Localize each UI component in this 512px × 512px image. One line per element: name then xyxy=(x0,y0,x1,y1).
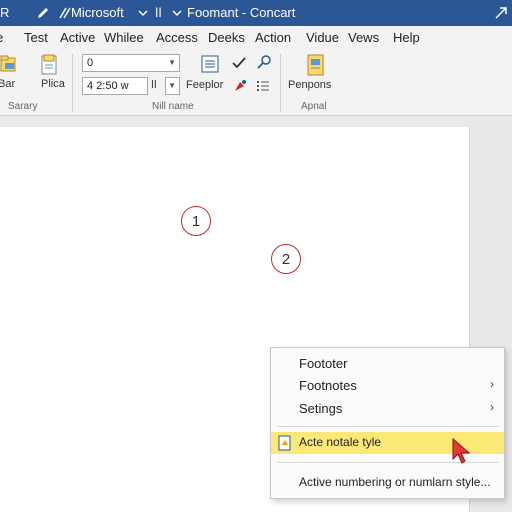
size-combo-value: 4 2:50 w xyxy=(87,80,129,92)
dropdown-chevron-icon-2[interactable] xyxy=(170,5,184,21)
menu-item-test[interactable]: Test xyxy=(24,30,48,45)
ribbon-bar-label[interactable]: Bar xyxy=(0,78,15,90)
menu-item-settings-label: Setings xyxy=(299,401,343,416)
app-name: Microsoft xyxy=(71,5,124,20)
menu-item-deeks[interactable]: Deeks xyxy=(208,30,245,45)
title-bar: R Microsoft ǀǀ Foomant - Concart xyxy=(0,0,512,26)
menu-item-action[interactable]: Action xyxy=(255,30,291,45)
feeplor-label[interactable]: Feeplor xyxy=(186,79,223,91)
mouse-cursor-icon xyxy=(452,437,474,469)
list-layout-icon[interactable] xyxy=(200,54,220,74)
group-label-nill-name: Nill name xyxy=(152,101,194,112)
menu-item-access[interactable]: Access xyxy=(156,30,198,45)
size-dropdown[interactable]: ▼ xyxy=(165,77,180,95)
plica-document-icon[interactable] xyxy=(40,54,60,76)
paint-icon[interactable] xyxy=(232,78,248,94)
folder-icon[interactable] xyxy=(0,54,18,74)
menu-item-footer-label: Foototer xyxy=(299,356,348,371)
size-combo[interactable]: 4 2:50 w xyxy=(82,77,148,95)
font-combo-value: 0 xyxy=(87,57,94,69)
list-options-icon[interactable] xyxy=(255,78,271,94)
pen-icon[interactable] xyxy=(36,5,50,21)
group-label-sarary: Sarary xyxy=(8,101,38,112)
callout-marker-2: 2 xyxy=(271,244,301,274)
style-document-icon xyxy=(278,435,292,454)
chevron-right-icon-2: › xyxy=(490,400,494,414)
menu-item-note-style-label: Acte notale tyle xyxy=(299,435,382,449)
menu-item-file[interactable]: e xyxy=(0,30,3,45)
app-letter: R xyxy=(0,5,10,20)
callout-marker-1: 1 xyxy=(181,206,211,236)
menu-item-help[interactable]: Help xyxy=(393,30,420,45)
menu-item-footer[interactable]: Foototer xyxy=(271,353,504,375)
document-title: Foomant - Concart xyxy=(187,5,296,20)
ribbon-display-icon[interactable] xyxy=(494,5,508,21)
document-note-icon[interactable] xyxy=(305,53,327,77)
penpons-label[interactable]: Penpons xyxy=(288,79,331,91)
menu-item-active[interactable]: Active xyxy=(60,30,95,45)
size-suffix: ǀǀ xyxy=(151,79,157,91)
checkmark-icon[interactable] xyxy=(230,54,248,72)
menu-item-vews[interactable]: Vews xyxy=(348,30,379,45)
menu-item-settings[interactable]: Setings › xyxy=(271,398,504,420)
context-menu: Foototer Footnotes › Setings › Acte nota… xyxy=(270,347,505,499)
link-icon[interactable] xyxy=(255,53,273,71)
menu-item-footnotes[interactable]: Footnotes › xyxy=(271,375,504,397)
menu-item-vidue[interactable]: Vidue xyxy=(306,30,339,45)
chevron-down-icon[interactable]: ▼ xyxy=(168,55,176,71)
ribbon-separator xyxy=(72,54,73,112)
ribbon: Bar Plica Sarary 0 ▼ 4 2:50 w ǀǀ ▼ Feepl… xyxy=(0,48,512,116)
font-combo[interactable]: 0 ▼ xyxy=(82,54,180,72)
chevron-right-icon: › xyxy=(490,377,494,391)
group-label-apnal: Apnal xyxy=(301,101,327,112)
dropdown-chevron-icon[interactable] xyxy=(136,5,150,21)
chevron-down-icon-2[interactable]: ▼ xyxy=(168,78,176,94)
format-icon[interactable] xyxy=(58,5,72,21)
title-separator: ǀǀ xyxy=(155,5,162,20)
menu-item-numbering-style-label: Active numbering or numlarn style... xyxy=(299,475,491,489)
menu-item-numbering-style[interactable]: Active numbering or numlarn style... xyxy=(271,472,504,494)
menu-item-whilee[interactable]: Whilee xyxy=(104,30,144,45)
menu-divider xyxy=(277,426,499,427)
ribbon-plica-label[interactable]: Plica xyxy=(41,78,65,90)
menu-bar: e Test Active Whilee Access Deeks Action… xyxy=(0,26,512,48)
menu-item-footnotes-label: Footnotes xyxy=(299,378,357,393)
ribbon-separator-2 xyxy=(280,54,281,112)
